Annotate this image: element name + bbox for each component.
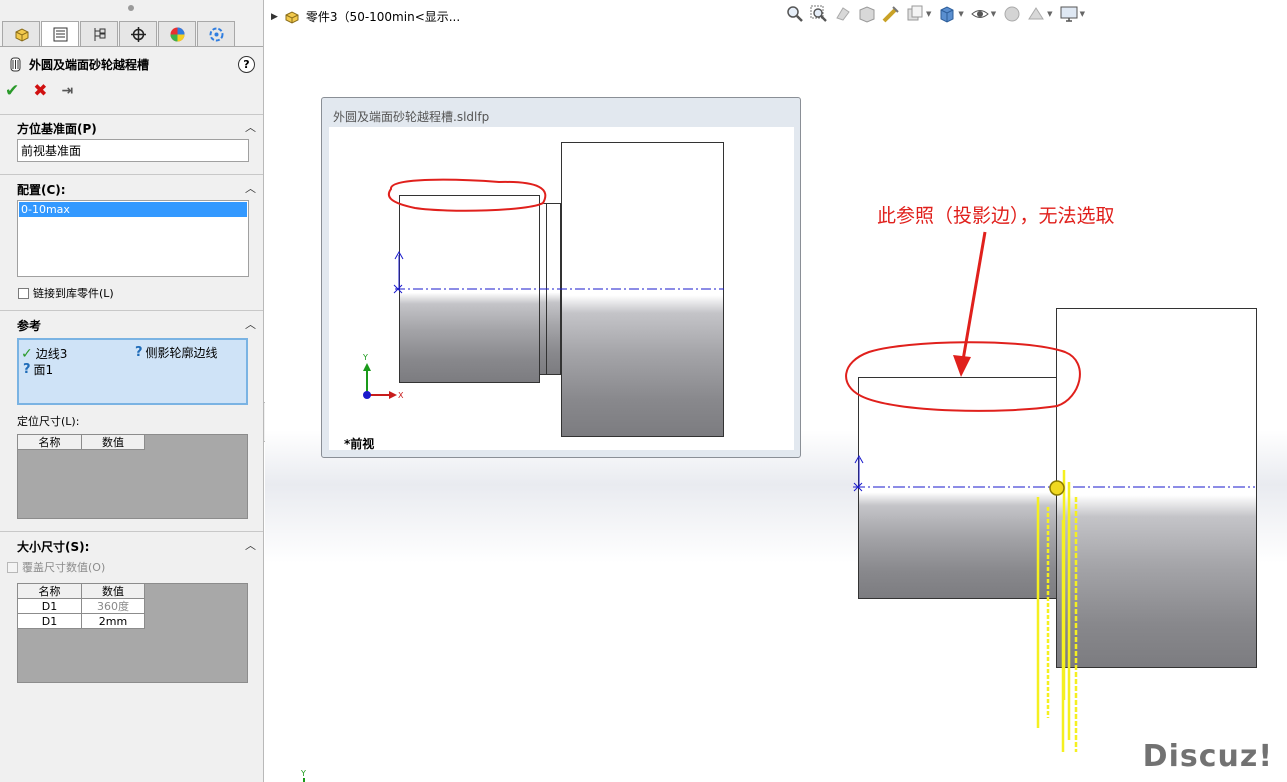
action-row: ✔ ✖ ⇥ [5, 82, 73, 100]
configuration-list[interactable]: 0-10max [17, 200, 249, 277]
orientation-heading: 方位基准面(P) [17, 122, 97, 136]
location-dims-heading: 定位尺寸(L): [17, 415, 80, 428]
link-library-part-checkbox[interactable] [18, 287, 29, 299]
configuration-icon [94, 28, 106, 41]
column-header-value: 数值 [82, 435, 145, 450]
table-header-row: 名称 数值 [18, 435, 247, 450]
size-dims-heading: 大小尺寸(S): [17, 540, 90, 554]
section-divider [0, 114, 263, 115]
collapse-size-dims-icon[interactable]: ︿ [245, 537, 256, 553]
orientation-plane-field[interactable]: 前视基准面 [17, 139, 249, 162]
dim-name-cell: D1 [18, 599, 82, 614]
red-arrow-head [953, 355, 971, 377]
link-library-part-row[interactable]: 链接到库零件(L) [18, 285, 114, 301]
feature-tree-icon [15, 28, 29, 42]
tab-dimxpert-manager[interactable] [119, 21, 157, 46]
crosshair-icon [131, 27, 146, 42]
reference-item-label: 边线3 [35, 347, 68, 361]
ok-button[interactable]: ✔ [5, 82, 19, 100]
reference-selection-box[interactable]: ✓ 边线3 ? 面1 ? 侧影轮廓边线 [17, 338, 248, 405]
feature-title-row: 外圆及端面砂轮越程槽 [8, 56, 149, 73]
link-library-part-label: 链接到库零件(L) [33, 287, 114, 300]
tab-feature-manager[interactable] [2, 21, 40, 46]
override-values-label: 覆盖尺寸数值(O) [22, 561, 106, 574]
help-button[interactable]: ? [238, 56, 255, 73]
reference-item-label: 面1 [33, 363, 54, 377]
tab-configuration-manager[interactable] [80, 21, 118, 46]
graphics-area[interactable]: ▶ 零件3（50-100min<显示... ▼ ▼ ▼ ▼ ▼ 外圆及端面砂轮越… [265, 0, 1287, 782]
library-feature-icon [10, 57, 21, 72]
dim-name-cell: D1 [18, 614, 82, 629]
collapse-configuration-icon[interactable]: ︿ [245, 180, 256, 196]
feature-title: 外圆及端面砂轮越程槽 [29, 58, 150, 72]
section-divider [0, 310, 263, 311]
size-dims-table[interactable]: 名称 数值 D1 360度 D1 2mm [17, 583, 248, 683]
tab-divider [0, 46, 263, 47]
column-header-value: 数值 [82, 584, 145, 599]
reference-item[interactable]: ✓ 边线3 [21, 345, 67, 362]
model-overlay: Y [300, 231, 1255, 782]
appearance-ball-icon [170, 27, 185, 42]
configuration-heading: 配置(C): [17, 183, 66, 197]
reference-heading: 参考 [17, 319, 42, 333]
axis-y-label: Y [300, 769, 306, 778]
watermark-logo: Discuz! [1142, 739, 1273, 774]
dim-value-cell[interactable]: 2mm [82, 614, 145, 629]
tab-display-manager[interactable] [158, 21, 196, 46]
reference-item[interactable]: ? 面1 [23, 361, 53, 378]
property-list-icon [53, 27, 68, 42]
section-divider [0, 174, 263, 175]
cancel-button[interactable]: ✖ [33, 82, 47, 100]
silhouette-highlight [1036, 470, 1078, 752]
reference-item[interactable]: ? 侧影轮廓边线 [135, 344, 218, 361]
manager-tabs [2, 21, 236, 47]
check-icon: ✓ [21, 345, 33, 362]
dim-value-cell[interactable]: 360度 [82, 599, 145, 614]
column-header-name: 名称 [18, 584, 82, 599]
collapse-orientation-icon[interactable]: ︿ [245, 119, 256, 135]
collapse-reference-icon[interactable]: ︿ [245, 316, 256, 332]
motion-icon [209, 27, 224, 42]
configuration-list-item[interactable]: 0-10max [19, 202, 247, 217]
annotation-text: 此参照（投影边），无法选取 [877, 205, 1115, 227]
panel-grip[interactable] [128, 5, 134, 11]
red-arrow-shaft [960, 231, 987, 367]
override-values-row: 覆盖尺寸数值(O) [7, 559, 105, 575]
selection-point-icon[interactable] [1049, 480, 1065, 496]
override-values-checkbox [7, 561, 18, 573]
table-row[interactable]: D1 2mm [18, 614, 247, 629]
tab-motion-manager[interactable] [197, 21, 235, 46]
property-manager-panel: 外圆及端面砂轮越程槽 ? ✔ ✖ ⇥ 方位基准面(P) ︿ 前视基准面 配置(C… [0, 0, 264, 782]
question-icon: ? [23, 362, 31, 377]
section-divider [0, 531, 263, 532]
question-icon: ? [135, 345, 143, 360]
table-row[interactable]: D1 360度 [18, 599, 247, 614]
column-header-name: 名称 [18, 435, 82, 450]
tab-property-manager[interactable] [41, 21, 79, 47]
location-dims-table[interactable]: 名称 数值 [17, 434, 248, 519]
table-header-row: 名称 数值 [18, 584, 247, 599]
reference-item-label: 侧影轮廓边线 [145, 346, 218, 360]
pin-button[interactable]: ⇥ [62, 82, 74, 100]
